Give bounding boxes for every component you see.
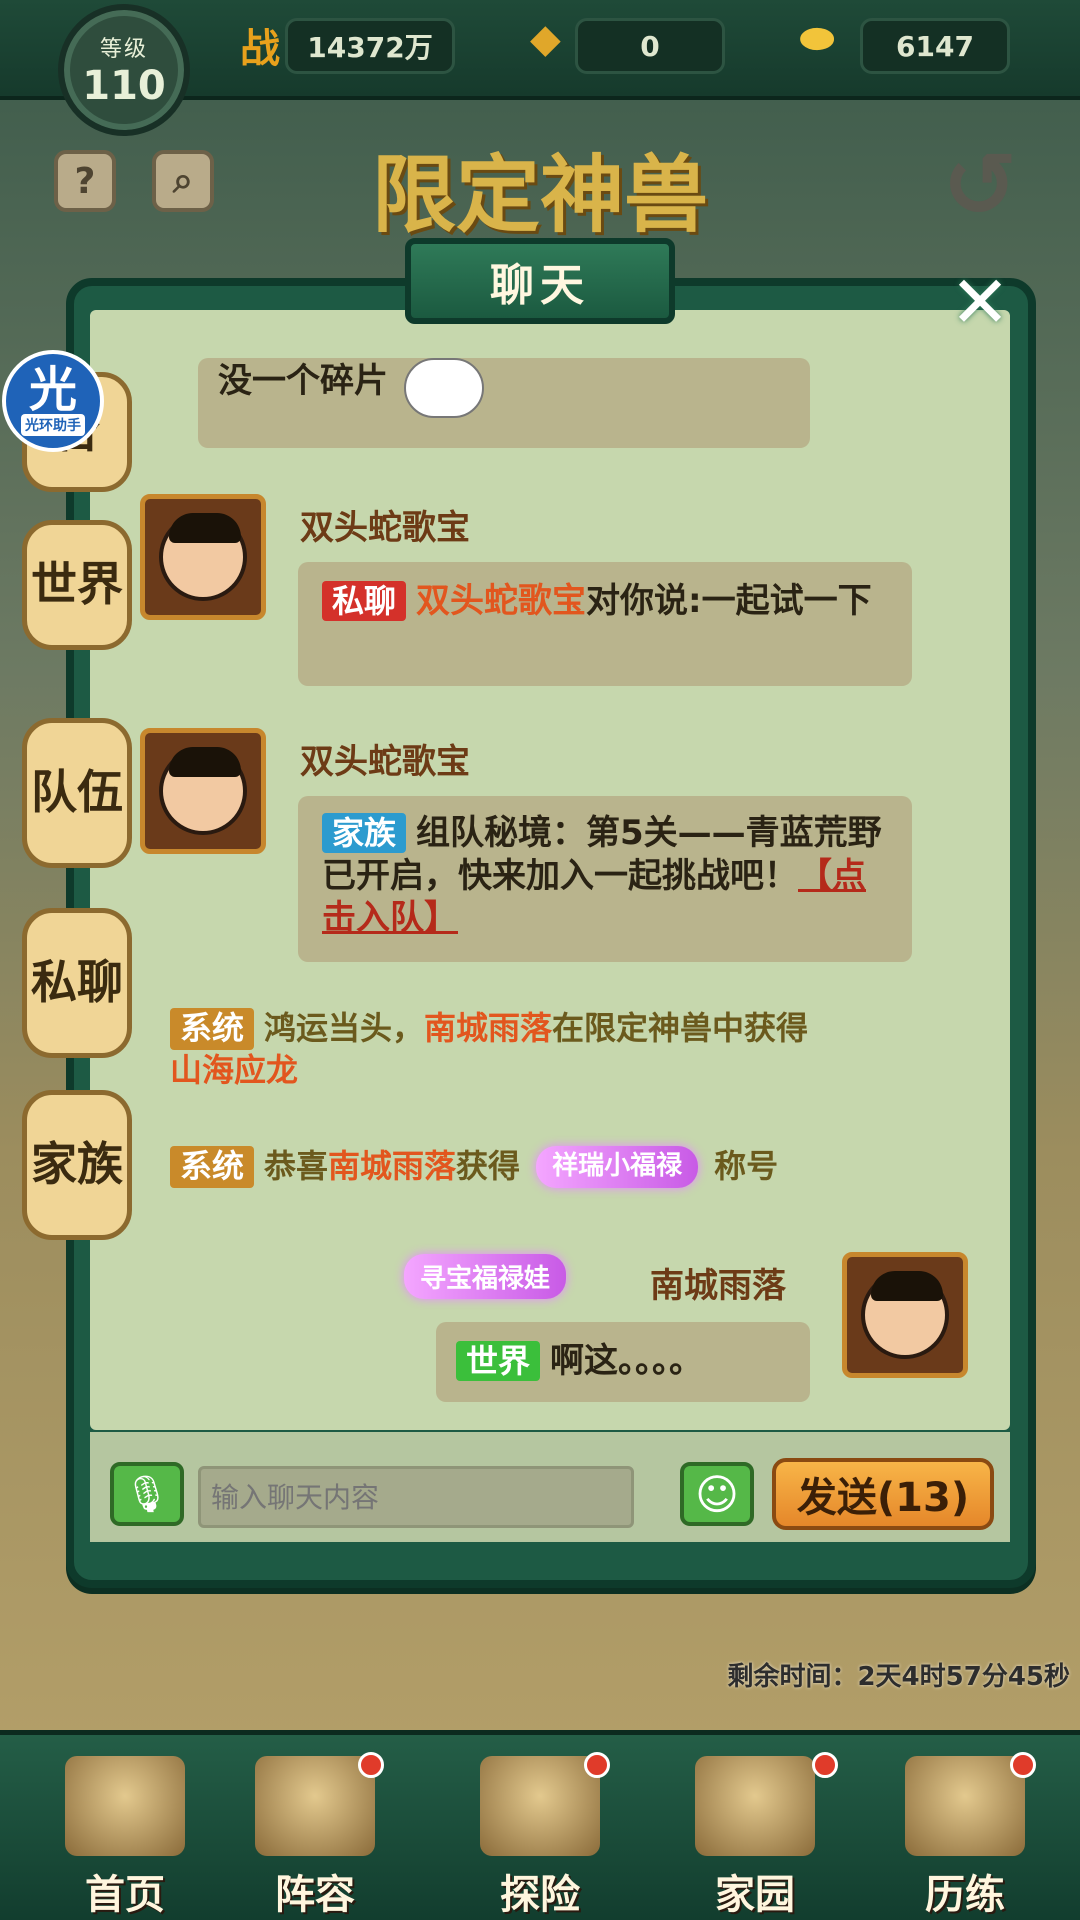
channel-tag-private: 私聊	[322, 581, 407, 621]
nav-label: 历练	[925, 1871, 1005, 1918]
item-name[interactable]: 山海应龙	[170, 1051, 298, 1089]
sender-name[interactable]: 双头蛇歌宝	[300, 500, 470, 549]
channel-tag-world: 世界	[456, 1341, 541, 1381]
avatar[interactable]	[140, 494, 266, 620]
notification-dot	[584, 1752, 610, 1778]
nav-label: 首页	[85, 1871, 165, 1918]
system-message: 系统 恭喜 南城雨落 获得 祥瑞小福禄 称号	[170, 1146, 910, 1188]
player-name[interactable]: 南城雨落	[328, 1146, 456, 1188]
notification-dot	[812, 1752, 838, 1778]
power-value: 14372万	[285, 18, 455, 74]
system-text: 鸿运当头，	[264, 1009, 425, 1047]
system-message: 系统 鸿运当头，南城雨落在限定神兽中获得 山海应龙	[170, 1008, 910, 1091]
tab-world-label: 世界	[31, 557, 123, 612]
nav-training[interactable]: 历练	[870, 1750, 1060, 1920]
notification-dot	[358, 1752, 384, 1778]
assistant-label: 光环助手	[21, 414, 85, 436]
self-chat-bubble: 世界 啊这。。。。	[436, 1322, 810, 1402]
level-value: 110	[82, 63, 166, 109]
emoji-face-icon	[404, 358, 484, 418]
channel-tag-system: 系统	[170, 1146, 255, 1188]
channel-tag-system: 系统	[170, 1008, 255, 1050]
sender-name[interactable]: 双头蛇歌宝	[300, 734, 470, 783]
chat-bubble-partial: 没一个碎片	[198, 358, 810, 448]
tab-family[interactable]: 家族	[22, 1090, 132, 1240]
chat-bubble-text: 没一个碎片	[218, 361, 388, 401]
help-button[interactable]: ?	[54, 150, 116, 212]
self-avatar[interactable]	[842, 1252, 968, 1378]
nav-label: 家园	[715, 1871, 795, 1918]
close-icon: ✕	[949, 260, 1011, 344]
gourd-icon	[255, 1756, 375, 1856]
coin-value: 0	[575, 18, 725, 74]
channel-tag-family: 家族	[322, 813, 407, 853]
search-button[interactable]: ⌕	[152, 150, 214, 212]
tab-team[interactable]: 队伍	[22, 718, 132, 868]
back-arrow-icon: ↺	[942, 132, 1018, 238]
ingot-icon: ⬬	[800, 16, 835, 62]
tab-family-label: 家族	[31, 1137, 123, 1192]
self-name: 南城雨落	[650, 1266, 786, 1306]
gate-icon	[480, 1756, 600, 1856]
mountain-icon	[905, 1756, 1025, 1856]
system-text: 获得	[456, 1147, 521, 1186]
ingot-value: 6147	[860, 18, 1010, 74]
message-text: 啊这。。。。	[550, 1341, 704, 1381]
system-text: 在限定神兽中获得	[552, 1009, 809, 1047]
chat-bubble: 家族 组队秘境：第5关——青蓝荒野已开启，快来加入一起挑战吧！【点击入队】	[298, 796, 912, 962]
nav-home[interactable]: 首页	[30, 1750, 220, 1920]
tab-world[interactable]: 世界	[22, 520, 132, 650]
tab-private-label: 私聊	[31, 955, 123, 1010]
mentioned-player[interactable]: 双头蛇歌宝	[416, 581, 586, 621]
title-badge: 祥瑞小福禄	[536, 1146, 699, 1188]
power-icon: 战	[240, 26, 280, 72]
assistant-glyph: 光	[28, 362, 77, 418]
emoji-button[interactable]: ☺	[680, 1462, 754, 1526]
system-text: 称号	[714, 1147, 779, 1186]
tab-private[interactable]: 私聊	[22, 908, 132, 1058]
search-icon: ⌕	[172, 160, 194, 201]
notification-dot	[1010, 1752, 1036, 1778]
voice-button[interactable]: 🎙	[110, 1462, 184, 1526]
tab-team-label: 队伍	[31, 765, 123, 820]
close-button[interactable]: ✕	[940, 260, 1020, 344]
avatar[interactable]	[140, 728, 266, 854]
remaining-time: 剩余时间：2天4时57分45秒	[727, 1662, 1070, 1692]
help-icon: ?	[74, 160, 96, 202]
chat-bubble: 私聊 双头蛇歌宝对你说:一起试一下	[298, 562, 912, 686]
assistant-floating-badge[interactable]: 光 光环助手	[2, 350, 104, 452]
message-text: 对你说:一起试一下	[586, 581, 872, 621]
player-name[interactable]: 南城雨落	[424, 1009, 552, 1047]
nav-label: 探险	[500, 1871, 580, 1918]
microphone-icon: 🎙	[124, 1474, 170, 1515]
coin-icon: ◆	[530, 16, 561, 62]
chat-title: 聊天	[405, 238, 675, 324]
player-level-badge[interactable]: 等级 110	[58, 4, 190, 136]
system-text: 恭喜	[264, 1147, 329, 1186]
chat-input[interactable]	[198, 1466, 634, 1528]
nav-explore[interactable]: 探险	[445, 1750, 635, 1920]
send-button[interactable]: 发送(13)	[772, 1458, 994, 1530]
house-icon	[695, 1756, 815, 1856]
palace-icon	[65, 1756, 185, 1856]
nav-label: 阵容	[275, 1871, 355, 1918]
level-label: 等级	[99, 37, 148, 62]
self-title-badge: 寻宝福禄娃	[404, 1254, 567, 1299]
back-button[interactable]: ↺	[920, 130, 1040, 240]
event-title: 限定神兽	[371, 145, 708, 244]
nav-lineup[interactable]: 阵容	[220, 1750, 410, 1920]
smiley-icon: ☺	[695, 1469, 739, 1519]
